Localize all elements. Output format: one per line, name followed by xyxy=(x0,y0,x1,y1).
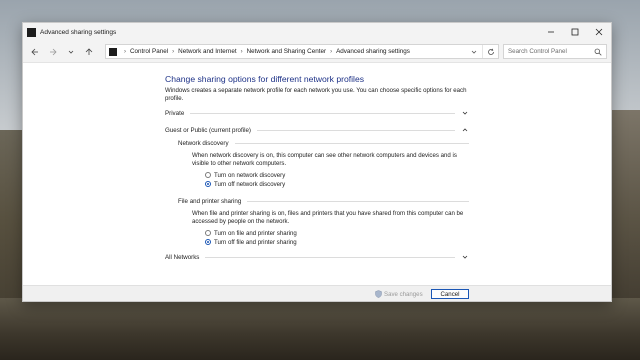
page-title: Change sharing options for different net… xyxy=(165,74,365,84)
desktop-background-bottom xyxy=(0,298,640,360)
breadcrumb-advanced-sharing-settings[interactable]: Advanced sharing settings xyxy=(336,48,410,55)
refresh-button[interactable] xyxy=(482,45,498,58)
arrow-left-icon xyxy=(31,48,38,55)
radio-unchecked-icon[interactable] xyxy=(205,172,211,178)
profile-guest-public[interactable]: Guest or Public (current profile) xyxy=(165,125,469,135)
file-printer-sharing-on-label[interactable]: Turn on file and printer sharing xyxy=(214,230,297,237)
file-printer-sharing-off-radio[interactable]: Turn off file and printer sharing xyxy=(205,238,297,246)
save-changes-button[interactable]: Save changes xyxy=(375,289,423,299)
address-bar[interactable]: › Control Panel › Network and Internet ›… xyxy=(105,44,499,59)
network-discovery-heading: Network discovery xyxy=(178,138,469,148)
radio-checked-icon[interactable] xyxy=(205,239,211,245)
forward-button[interactable] xyxy=(45,44,61,60)
radio-checked-icon[interactable] xyxy=(205,181,211,187)
network-discovery-on-radio[interactable]: Turn on network discovery xyxy=(205,171,285,179)
chevron-down-icon xyxy=(471,50,477,54)
network-discovery-description: When network discovery is on, this compu… xyxy=(192,152,457,167)
title-bar: Advanced sharing settings xyxy=(23,23,611,41)
intro-text: Windows creates a separate network profi… xyxy=(165,87,467,102)
network-discovery-off-radio[interactable]: Turn off network discovery xyxy=(205,180,285,188)
chevron-down-icon[interactable] xyxy=(461,253,469,261)
close-button[interactable] xyxy=(587,23,611,41)
shield-icon xyxy=(375,290,382,298)
breadcrumb-network-and-sharing-center[interactable]: Network and Sharing Center xyxy=(247,48,326,55)
chevron-right-icon[interactable]: › xyxy=(172,49,174,55)
profile-guest-public-label: Guest or Public (current profile) xyxy=(165,126,251,134)
file-printer-sharing-on-radio[interactable]: Turn on file and printer sharing xyxy=(205,229,297,237)
control-panel-icon xyxy=(109,47,117,56)
search-icon[interactable] xyxy=(594,48,602,56)
search-input[interactable]: Search Control Panel xyxy=(508,48,567,55)
navigation-bar: › Control Panel › Network and Internet ›… xyxy=(23,41,611,63)
settings-content: Change sharing options for different net… xyxy=(23,63,611,285)
network-discovery-on-label[interactable]: Turn on network discovery xyxy=(214,172,285,179)
minimize-button[interactable] xyxy=(539,23,563,41)
breadcrumb-control-panel[interactable]: Control Panel xyxy=(130,48,168,55)
address-dropdown-button[interactable] xyxy=(466,45,482,58)
control-panel-icon xyxy=(27,27,36,37)
profile-all-networks[interactable]: All Networks xyxy=(165,252,469,262)
chevron-down-icon[interactable] xyxy=(461,109,469,117)
profile-private-label: Private xyxy=(165,109,185,117)
breadcrumb-network-and-internet[interactable]: Network and Internet xyxy=(178,48,236,55)
profile-all-networks-label: All Networks xyxy=(165,253,200,261)
chevron-right-icon: › xyxy=(124,48,126,55)
control-panel-window: Advanced sharing settings › Control Pane… xyxy=(22,22,612,302)
chevron-up-icon[interactable] xyxy=(461,126,469,134)
chevron-down-icon xyxy=(68,50,74,54)
file-printer-sharing-description: When file and printer sharing is on, fil… xyxy=(192,210,464,225)
save-changes-label[interactable]: Save changes xyxy=(384,291,423,298)
recent-locations-button[interactable] xyxy=(63,44,79,60)
minimize-icon xyxy=(548,31,554,33)
search-box[interactable]: Search Control Panel xyxy=(503,44,607,59)
cancel-button[interactable]: Cancel xyxy=(431,289,469,299)
footer-bar: Save changes Cancel xyxy=(23,285,611,301)
chevron-right-icon[interactable]: › xyxy=(330,49,332,55)
maximize-icon xyxy=(571,28,579,36)
radio-unchecked-icon[interactable] xyxy=(205,230,211,236)
refresh-icon xyxy=(487,48,494,55)
window-title: Advanced sharing settings xyxy=(40,28,117,36)
arrow-right-icon xyxy=(50,48,57,55)
profile-private[interactable]: Private xyxy=(165,108,469,118)
maximize-button[interactable] xyxy=(563,23,587,41)
arrow-up-icon xyxy=(85,47,93,55)
close-icon xyxy=(595,28,603,36)
chevron-right-icon[interactable]: › xyxy=(241,49,243,55)
file-printer-sharing-off-label[interactable]: Turn off file and printer sharing xyxy=(214,239,297,246)
back-button[interactable] xyxy=(27,44,43,60)
file-printer-sharing-heading: File and printer sharing xyxy=(178,196,469,206)
up-button[interactable] xyxy=(81,44,97,60)
network-discovery-off-label[interactable]: Turn off network discovery xyxy=(214,181,285,188)
